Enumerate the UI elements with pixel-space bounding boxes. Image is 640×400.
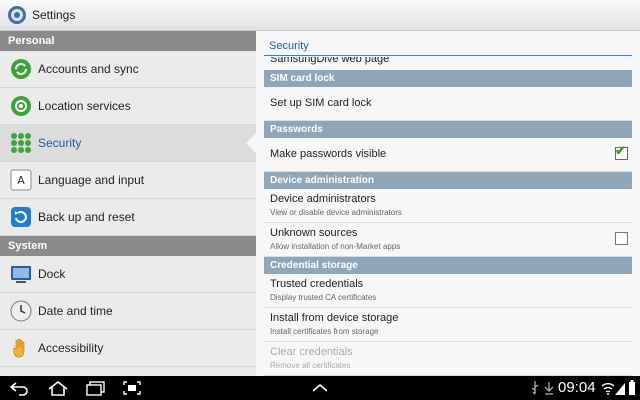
category-header-passwords: Passwords [264,121,632,138]
list-item-title: Device administrators [270,193,376,205]
security-settings-list[interactable]: SamsungDive web page SIM card lock Set u… [264,49,632,376]
keyboard-icon: A [10,169,32,191]
list-item-title: Unknown sources [270,227,358,239]
list-item-summary: Allow installation of non-Market apps [270,242,401,251]
sidebar-item-date-time[interactable]: Date and time [0,293,256,330]
sidebar-item-label: Back up and reset [38,210,135,224]
list-item-summary: Display trusted CA certificates [270,293,377,302]
install-from-storage-item[interactable]: Install from device storage Install cert… [264,308,632,342]
sidebar-item-label: Dock [38,267,66,281]
sidebar-item-label: Date and time [38,304,113,318]
hand-icon [13,338,25,358]
list-item-title: Clear credentials [270,346,353,358]
settings-gear-icon[interactable] [7,5,27,25]
clear-credentials-item: Clear credentials Remove all certificate… [264,342,632,376]
back-icon[interactable] [8,378,32,398]
sidebar-item-accessibility[interactable]: Accessibility [0,330,256,367]
location-icon [11,96,31,116]
clock-icon [10,300,32,322]
sidebar-item-backup[interactable]: Back up and reset [0,199,256,236]
security-detail-panel: Security SamsungDive web page SIM card l… [256,31,640,376]
make-passwords-visible-checkbox[interactable]: ✔ [615,143,628,160]
signal-icon [615,383,625,395]
list-item-summary: View or disable device administrators [270,208,402,217]
sim-card-lock-item[interactable]: Set up SIM card lock [264,87,632,121]
unknown-sources-checkbox[interactable] [615,232,628,245]
battery-icon [629,380,635,395]
list-item-title: Install from device storage [270,312,399,324]
dock-icon [11,266,31,283]
make-passwords-visible-item[interactable]: Make passwords visible ✔ [264,138,632,172]
sidebar-item-label: Security [38,136,82,150]
category-header-credential-storage: Credential storage [264,257,632,274]
category-header-sim: SIM card lock [264,70,632,87]
backup-icon [11,207,31,227]
download-icon [544,382,554,395]
security-grid-icon [11,133,31,153]
usb-icon [531,381,539,395]
recent-apps-icon[interactable] [84,378,108,398]
section-header-system: System [0,236,256,256]
system-bar: 09:04 [0,376,640,400]
list-item-title: Make passwords visible [270,148,387,160]
list-item-summary: Install certificates from storage [270,327,379,336]
sidebar-item-label: Location services [38,99,131,113]
app-title: Settings [32,8,76,22]
settings-headers-panel: Personal Accounts and sync Location serv… [0,31,256,376]
unknown-sources-item[interactable]: Unknown sources Allow installation of no… [264,223,632,257]
home-icon[interactable] [46,378,70,398]
selection-arrow [246,133,256,153]
check-mark-icon: ✔ [615,143,626,158]
sidebar-item-security[interactable]: Security [0,125,256,162]
sidebar-item-location[interactable]: Location services [0,88,256,125]
wifi-icon [601,383,615,395]
device-administrators-item[interactable]: Device administrators View or disable de… [264,189,632,223]
sidebar-item-label: Accessibility [38,341,104,355]
list-item-title: SamsungDive web page [270,57,390,65]
category-header-device-admin: Device administration [264,172,632,189]
screenshot-icon[interactable] [120,378,144,398]
action-bar: Settings [0,0,640,31]
list-item-cut-off[interactable]: SamsungDive web page [264,57,632,70]
sidebar-item-accounts-sync[interactable]: Accounts and sync [0,51,256,88]
list-item-summary: Remove all certificates [270,361,351,370]
list-item-title: Set up SIM card lock [270,97,372,109]
chevron-up-icon[interactable] [308,378,332,398]
trusted-credentials-item[interactable]: Trusted credentials Display trusted CA c… [264,274,632,308]
sidebar-item-dock[interactable]: Dock [0,256,256,293]
status-clock: 09:04 [558,379,596,396]
list-item-title: Trusted credentials [270,278,364,290]
svg-text:A: A [17,174,25,187]
sidebar-item-language[interactable]: A Language and input [0,162,256,199]
sync-icon [11,59,31,79]
sidebar-item-label: Accounts and sync [38,62,139,76]
section-header-personal: Personal [0,31,256,51]
sidebar-item-label: Language and input [38,173,145,187]
